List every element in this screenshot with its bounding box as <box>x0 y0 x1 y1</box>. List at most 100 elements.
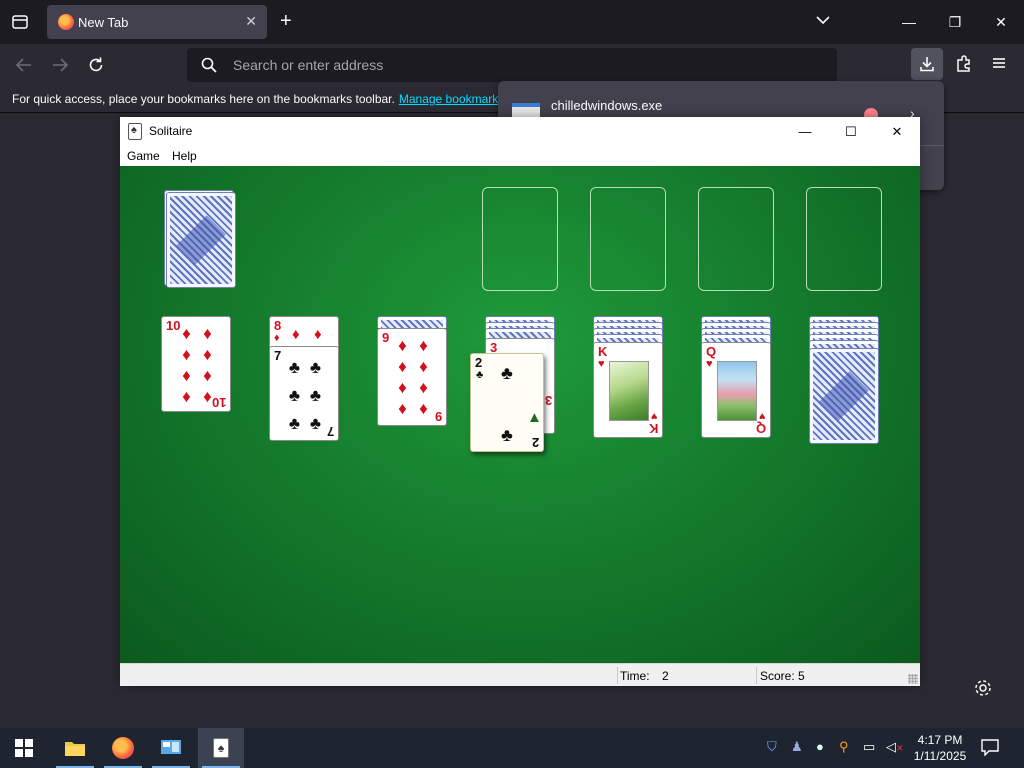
time-value: 2 <box>662 669 669 683</box>
card-rank: 9 <box>382 330 390 345</box>
search-icon <box>201 57 217 78</box>
status-bar: Time: 2 Score: 5 <box>120 663 920 686</box>
diamond-icon: ♦ <box>292 326 300 343</box>
stock-pile-card[interactable] <box>166 192 236 288</box>
close-window-button[interactable]: ✕ <box>978 0 1024 44</box>
card-rank: 8 <box>274 318 282 333</box>
magnifier-tray-icon[interactable]: ⚲ <box>839 739 849 755</box>
heart-icon: ♥ <box>651 410 658 422</box>
card-rank: 10 <box>211 395 226 410</box>
downloads-icon[interactable] <box>911 48 943 80</box>
close-button[interactable]: ✕ <box>874 117 920 146</box>
network-people-icon[interactable]: ♟ <box>791 739 803 755</box>
drop-icon[interactable]: ● <box>816 739 824 754</box>
foundation-slot[interactable] <box>482 187 558 291</box>
tab-title: New Tab <box>78 15 129 30</box>
minimize-button[interactable]: — <box>782 117 828 146</box>
card-rank: K <box>598 344 608 359</box>
card-rank: 3 <box>544 393 552 408</box>
tableau-card[interactable]: 7 ♣ ♣ ♣ ♣ ♣ ♣ 7 <box>269 346 339 441</box>
chevron-down-icon[interactable] <box>816 12 830 30</box>
tree-icon: ▲ <box>527 409 542 426</box>
restore-button[interactable]: ❐ <box>932 0 978 44</box>
card-rank: Q <box>706 344 717 359</box>
menu-bar: Game Help <box>120 146 920 166</box>
queen-artwork <box>717 361 757 421</box>
menu-game[interactable]: Game <box>127 149 160 163</box>
tab-bar: New Tab ✕ + — ❐ ✕ <box>0 0 1024 44</box>
time-label: Time: <box>620 669 650 683</box>
navigation-toolbar <box>0 44 1024 86</box>
tab-list-icon[interactable] <box>8 10 32 34</box>
solitaire-titlebar[interactable]: Solitaire — ☐ ✕ <box>120 117 920 146</box>
card-pips: ♣ ♣ ♣ ♣ ♣ ♣ <box>288 357 322 433</box>
back-arrow-icon[interactable] <box>13 54 35 76</box>
club-icon: ♣ <box>501 363 513 383</box>
tableau-card[interactable]: 9 ♦ ♦ ♦ ♦ ♦ ♦ ♦ ♦ 9 <box>377 328 447 426</box>
clock-date: 1/11/2025 <box>913 749 967 763</box>
hamburger-menu-icon[interactable] <box>990 54 1008 77</box>
card-pips: ♦ ♦ ♦ ♦ ♦ ♦ ♦ ♦ <box>398 336 428 418</box>
download-file-name[interactable]: chilledwindows.exe <box>551 98 662 113</box>
club-icon: ♣ <box>501 425 513 445</box>
volume-muted-icon[interactable]: ◁✕ <box>886 739 904 755</box>
divider <box>756 667 757 684</box>
network-icon[interactable]: ▭ <box>863 739 875 755</box>
card-rank: 7 <box>326 424 334 439</box>
dragging-card[interactable]: 2 ♣ ♣ ♣ ▲ 2 <box>470 353 544 452</box>
card-rank: Q <box>755 421 766 436</box>
resize-grip[interactable] <box>908 674 918 684</box>
tableau-card[interactable]: K ♥ K ♥ <box>593 342 663 438</box>
firefox-icon <box>58 14 74 30</box>
card-rank: 2 <box>475 355 483 370</box>
card-rank: 2 <box>531 435 539 450</box>
maximize-button[interactable]: ☐ <box>828 117 874 146</box>
foundation-slot[interactable] <box>806 187 882 291</box>
file-explorer-icon[interactable] <box>52 728 98 768</box>
settings-gear-icon[interactable] <box>973 678 993 703</box>
game-table: 10 ♦ ♦ ♦ ♦ ♦ ♦ ♦ ♦ 10 8 ♦ ♦ ♦ 7 ♣ ♣ ♣ ♣ ♣ ♣ 7 9 ♦ ♦ ♦ ♦… <box>120 166 920 663</box>
solitaire-taskbar-icon[interactable]: ♠ <box>198 728 244 768</box>
extensions-icon[interactable] <box>954 54 974 79</box>
minimize-button[interactable]: — <box>886 0 932 44</box>
address-bar[interactable] <box>187 48 837 82</box>
notification-icon[interactable] <box>981 738 999 761</box>
firefox-taskbar-icon[interactable] <box>100 728 146 768</box>
heart-icon: ♥ <box>706 358 713 370</box>
taskbar: ♠ ⛉ ♟ ● ⚲ ▭ ◁✕ 4:17 PM 1/11/2025 <box>0 728 1024 768</box>
shield-icon[interactable]: ⛉ <box>767 739 777 755</box>
face-down-card[interactable] <box>809 348 879 444</box>
reload-icon[interactable] <box>85 54 107 76</box>
divider <box>617 667 618 684</box>
search-input[interactable] <box>233 48 823 82</box>
manage-bookmarks-link[interactable]: Manage bookmarks <box>399 92 504 106</box>
control-panel-icon[interactable] <box>148 728 194 768</box>
forward-arrow-icon[interactable] <box>49 54 71 76</box>
new-tab-button[interactable]: + <box>280 10 292 32</box>
bookmarks-hint: For quick access, place your bookmarks h… <box>12 92 505 106</box>
window-title: Solitaire <box>149 124 193 138</box>
tab-new-tab[interactable]: New Tab ✕ <box>47 5 267 39</box>
card-rank: 7 <box>274 348 282 363</box>
king-artwork <box>609 361 649 421</box>
foundation-slot[interactable] <box>698 187 774 291</box>
heart-icon: ♥ <box>598 358 605 370</box>
card-rank: K <box>648 421 658 436</box>
heart-icon: ♥ <box>759 410 766 422</box>
close-tab-icon[interactable]: ✕ <box>245 13 257 30</box>
foundation-slot[interactable] <box>590 187 666 291</box>
diamond-icon: ♦ <box>314 326 322 343</box>
tableau-card[interactable]: 10 ♦ ♦ ♦ ♦ ♦ ♦ ♦ ♦ 10 <box>161 316 231 412</box>
solitaire-app-icon <box>128 123 142 140</box>
menu-help[interactable]: Help <box>172 149 197 163</box>
divider <box>920 145 944 146</box>
tableau-card[interactable]: Q ♥ Q ♥ <box>701 342 771 438</box>
score-display: Score: 5 <box>760 669 805 683</box>
diamond-icon: ♦ <box>274 332 280 344</box>
system-clock[interactable]: 4:17 PM 1/11/2025 <box>905 732 975 764</box>
solitaire-window: Solitaire — ☐ ✕ Game Help 10 ♦♦♦♦♦♦♦♦ 10… <box>120 117 920 686</box>
card-rank: 9 <box>434 409 442 424</box>
club-icon: ♣ <box>476 369 484 381</box>
clock-time: 4:17 PM <box>917 733 963 747</box>
windows-start-icon[interactable] <box>0 728 48 768</box>
